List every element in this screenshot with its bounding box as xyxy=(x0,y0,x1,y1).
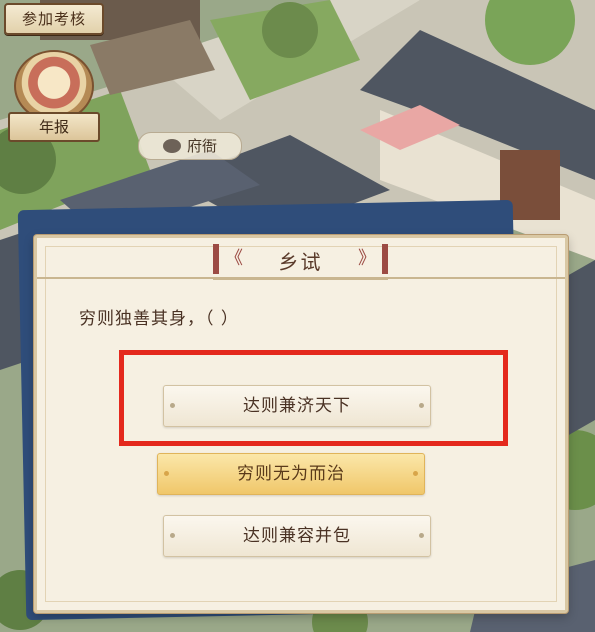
option-dot-left xyxy=(170,533,175,538)
location-pin-icon xyxy=(162,139,181,153)
answer-option-2[interactable]: 穷则无为而治 xyxy=(157,453,425,495)
title-deco-left: 《 xyxy=(225,248,243,269)
location-name: 府衙 xyxy=(186,137,217,155)
join-exam-button[interactable]: 参加考核 xyxy=(4,3,104,35)
title-bar-right xyxy=(382,244,388,274)
option-dot-right xyxy=(419,533,424,538)
location-tag[interactable]: 府衙 xyxy=(138,132,242,160)
option-dot-right xyxy=(413,471,418,476)
highlight-box xyxy=(119,350,508,446)
answer-option-label: 穷则无为而治 xyxy=(237,464,345,484)
answer-option-label: 达则兼容并包 xyxy=(243,526,351,546)
answer-option-3[interactable]: 达则兼容并包 xyxy=(163,515,431,557)
title-bar-left xyxy=(213,244,219,274)
question-text: 穷则独善其身，（ ） xyxy=(79,309,239,329)
option-dot-left xyxy=(164,471,169,476)
dialog-title: 乡试 xyxy=(278,249,323,274)
annual-report-label[interactable]: 年报 xyxy=(8,112,100,142)
title-deco-right: 》 xyxy=(358,248,376,269)
dialog-title-banner: 《 乡试 》 xyxy=(213,242,388,280)
